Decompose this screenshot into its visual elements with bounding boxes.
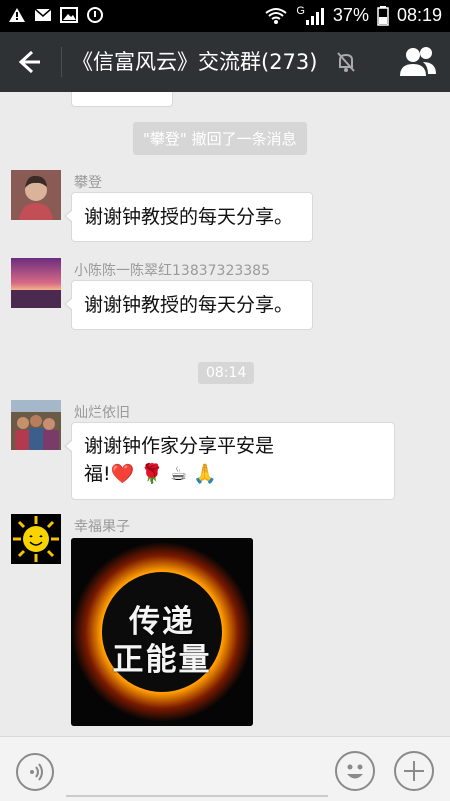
sync-icon xyxy=(86,6,104,24)
previous-message-bubble xyxy=(71,92,173,107)
chat-area[interactable]: "攀登" 撤回了一条消息 攀登 谢谢钟教授的每天分享。 小陈陈一陈翠红13837… xyxy=(0,92,450,736)
header-divider xyxy=(61,47,62,77)
network-type-label: G xyxy=(296,4,305,17)
avatar[interactable] xyxy=(11,514,61,564)
image-icon xyxy=(60,6,78,24)
input-toolbar xyxy=(0,736,450,801)
sender-name: 灿烂依旧 xyxy=(74,405,130,421)
battery-icon xyxy=(377,5,389,26)
group-members-button[interactable] xyxy=(398,44,438,80)
chat-header: 《信富风云》交流群(273) xyxy=(0,32,450,92)
image-message[interactable]: 传递 正能量 xyxy=(71,538,253,726)
voice-button[interactable] xyxy=(16,753,54,791)
status-left-icons xyxy=(8,6,104,24)
message-bubble[interactable]: 谢谢钟教授的每天分享。 xyxy=(64,192,313,242)
back-button[interactable] xyxy=(10,42,50,82)
wifi-icon xyxy=(264,6,288,26)
message-text: 谢谢钟教授的每天分享。 xyxy=(84,206,294,228)
message-text-line: 谢谢钟作家分享平安是 xyxy=(84,435,275,457)
group-members-icon xyxy=(400,47,436,76)
plus-icon xyxy=(404,761,424,781)
clock-time: 08:19 xyxy=(396,5,442,25)
emoji-button[interactable] xyxy=(335,751,375,791)
avatar[interactable] xyxy=(11,170,61,220)
more-button[interactable] xyxy=(394,751,434,791)
message-text-line: 福!❤️ 🌹 ☕ 🙏 xyxy=(84,463,217,485)
emoji-smile-icon xyxy=(347,764,363,779)
group-title: 《信富风云》交流群(273) xyxy=(72,50,318,74)
message-bubble[interactable]: 谢谢钟教授的每天分享。 xyxy=(64,280,313,330)
recall-notice: "攀登" 撤回了一条消息 xyxy=(133,122,307,155)
status-bar: G 37% 08:19 xyxy=(0,0,450,32)
signal-icon xyxy=(305,6,325,26)
avatar[interactable] xyxy=(11,258,61,308)
message-text: 谢谢钟教授的每天分享。 xyxy=(84,294,294,316)
alert-icon xyxy=(8,6,26,24)
image-text: 正能量 xyxy=(112,642,212,678)
mail-icon xyxy=(34,6,52,24)
sender-name: 幸福果子 xyxy=(74,519,130,535)
back-arrow-icon xyxy=(18,50,40,74)
message-bubble[interactable]: 谢谢钟作家分享平安是 福!❤️ 🌹 ☕ 🙏 xyxy=(64,422,395,500)
sender-name: 小陈陈一陈翠红13837323385 xyxy=(74,263,270,279)
battery-percent: 37% xyxy=(332,5,369,25)
time-divider: 08:14 xyxy=(198,362,255,384)
sender-name: 攀登 xyxy=(74,175,102,191)
status-right-icons: G 37% 08:19 xyxy=(264,5,442,26)
message-input-line[interactable] xyxy=(66,795,328,797)
mute-bell-icon xyxy=(334,50,358,74)
voice-input-icon xyxy=(30,763,43,781)
avatar[interactable] xyxy=(11,400,61,450)
